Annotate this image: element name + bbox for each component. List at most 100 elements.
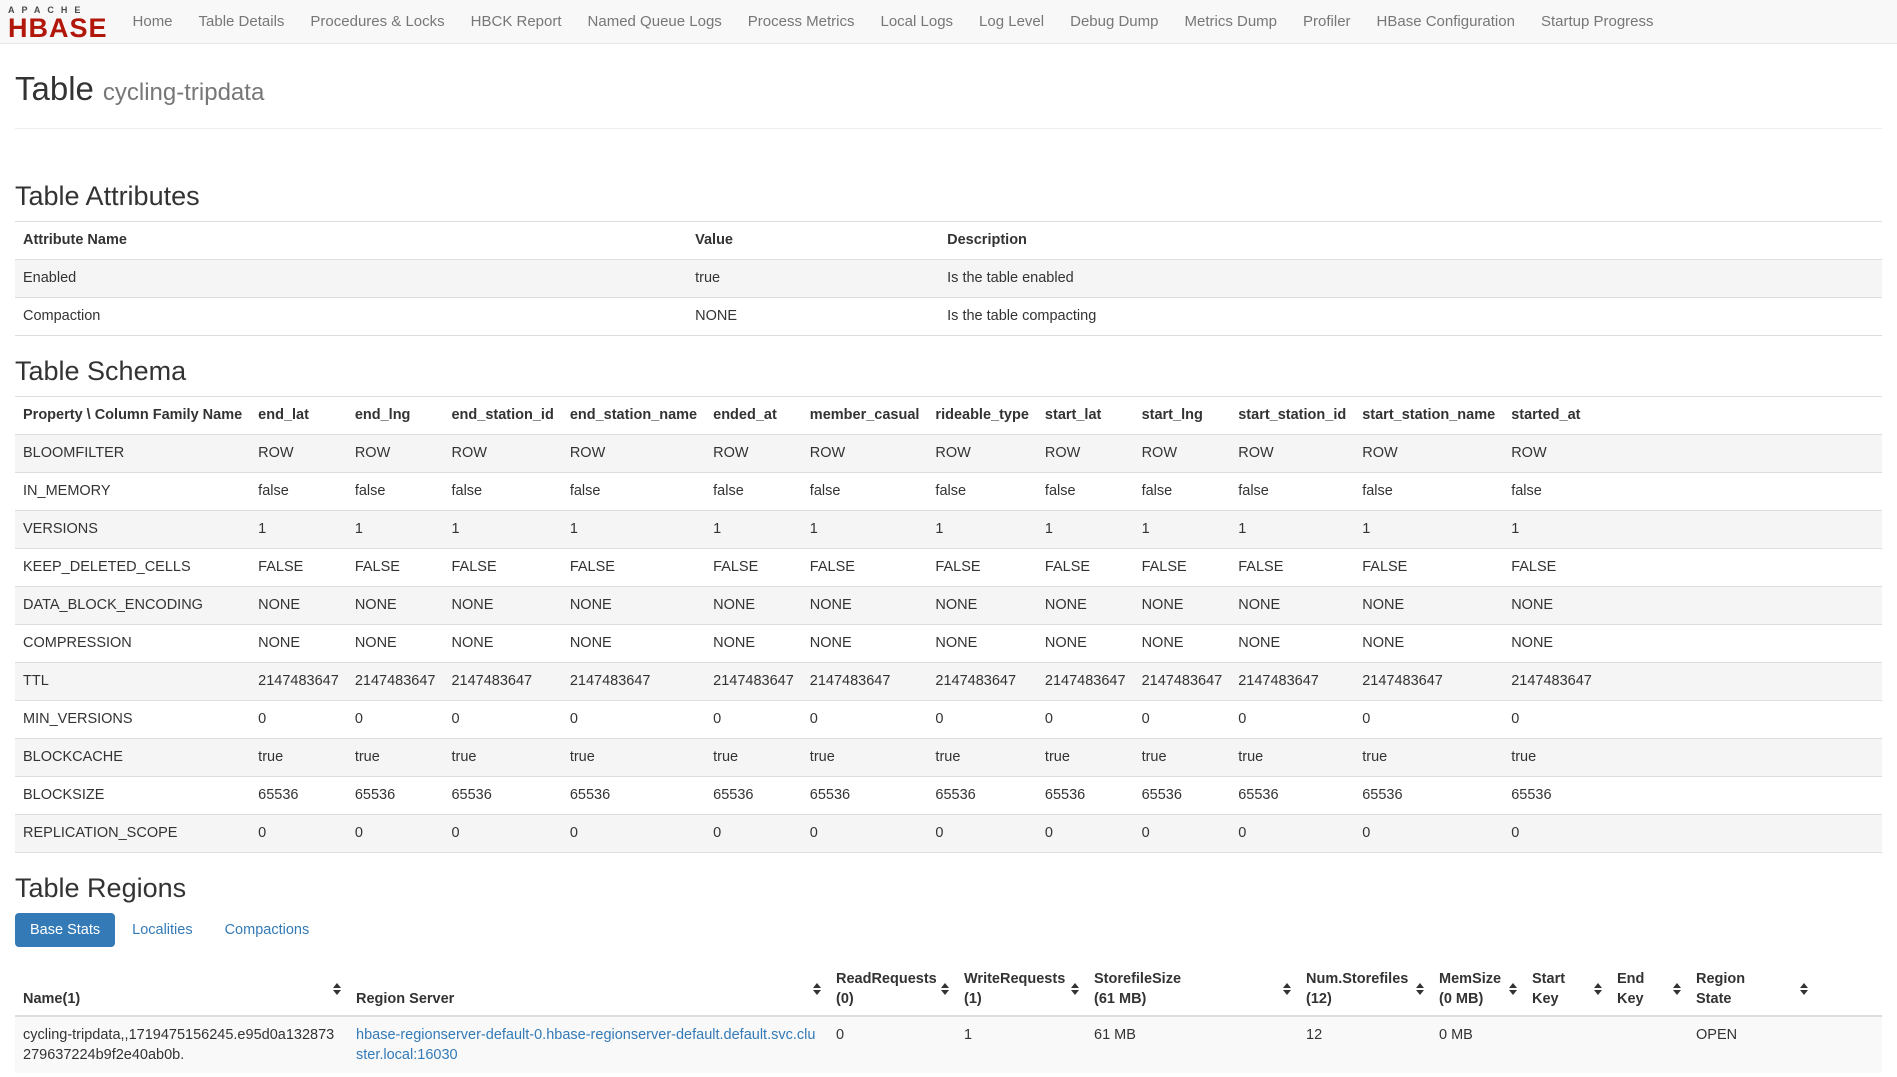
schema-family-start-lng: start_lng (1134, 397, 1231, 435)
schema-row-blocksize: BLOCKSIZE6553665536655366553665536655366… (15, 777, 1882, 815)
column-header-num-storefiles-12[interactable]: Num.Storefiles (12) (1298, 963, 1431, 1016)
region-state: OPEN (1688, 1016, 1882, 1073)
column-header-storefilesize-61-mb[interactable]: StorefileSize (61 MB) (1086, 963, 1298, 1016)
attr-enabled-value: true (687, 260, 939, 298)
sort-icon[interactable] (1283, 983, 1291, 995)
schema-versions-rideable-type: 1 (927, 511, 1037, 549)
nav-link-metrics-dump[interactable]: Metrics Dump (1172, 1, 1291, 42)
sort-down-arrow (1283, 990, 1291, 995)
nav-link-home[interactable]: Home (120, 1, 186, 42)
schema-family-start-lat: start_lat (1037, 397, 1134, 435)
nav-link-hbase-configuration[interactable]: HBase Configuration (1364, 1, 1528, 42)
column-header-readrequests-0[interactable]: ReadRequests (0) (828, 963, 956, 1016)
schema-replication-scope-start-lat: 0 (1037, 815, 1134, 853)
region-server-link[interactable]: hbase-regionserver-default-0.hbase-regio… (356, 1027, 815, 1063)
tab-link-base-stats[interactable]: Base Stats (15, 913, 115, 947)
schema-data-block-encoding-start-lng: NONE (1134, 587, 1231, 625)
schema-in-memory-started-at: false (1503, 473, 1882, 511)
schema-compression-end-lat: NONE (250, 625, 347, 663)
column-header-end-key[interactable]: End Key (1609, 963, 1688, 1016)
schema-data-block-encoding-member-casual: NONE (802, 587, 928, 625)
schema-compression-end-station-id: NONE (443, 625, 561, 663)
nav-link-profiler[interactable]: Profiler (1290, 1, 1364, 42)
attr-enabled-attribute-name: Enabled (15, 260, 687, 298)
schema-keep-deleted-cells-start-lng: FALSE (1134, 549, 1231, 587)
schema-property-name: TTL (15, 663, 250, 701)
schema-blocksize-start-station-id: 65536 (1230, 777, 1354, 815)
schema-bloomfilter-start-station-name: ROW (1354, 435, 1503, 473)
sort-icon[interactable] (941, 983, 949, 995)
schema-replication-scope-end-lat: 0 (250, 815, 347, 853)
schema-bloomfilter-started-at: ROW (1503, 435, 1882, 473)
schema-ttl-ended-at: 2147483647 (705, 663, 802, 701)
tab-link-compactions[interactable]: Compactions (210, 913, 325, 947)
attr-col-description: Description (939, 222, 1882, 260)
schema-keep-deleted-cells-end-station-name: FALSE (562, 549, 705, 587)
regions-header-row: Name(1)Region ServerReadRequests (0)Writ… (15, 963, 1882, 1016)
schema-replication-scope-ended-at: 0 (705, 815, 802, 853)
schema-row-in-memory: IN_MEMORYfalsefalsefalsefalsefalsefalsef… (15, 473, 1882, 511)
column-header-writerequests-1[interactable]: WriteRequests (1) (956, 963, 1086, 1016)
sort-icon[interactable] (1800, 983, 1808, 995)
schema-bloomfilter-member-casual: ROW (802, 435, 928, 473)
nav-link-hbck-report[interactable]: HBCK Report (458, 1, 575, 42)
sort-icon[interactable] (333, 983, 341, 995)
sort-up-arrow (1594, 983, 1602, 988)
schema-versions-started-at: 1 (1503, 511, 1882, 549)
column-label-start-key: Start Key (1532, 969, 1585, 1009)
schema-compression-end-lng: NONE (347, 625, 444, 663)
sort-down-arrow (1509, 990, 1517, 995)
region-name: cycling-tripdata,,1719475156245.e95d0a13… (15, 1016, 348, 1073)
nav-link-procedures-locks[interactable]: Procedures & Locks (297, 1, 457, 42)
schema-replication-scope-start-station-name: 0 (1354, 815, 1503, 853)
tab-link-localities[interactable]: Localities (117, 913, 207, 947)
column-header-memsize-0-mb[interactable]: MemSize (0 MB) (1431, 963, 1524, 1016)
tab-compactions: Compactions (210, 913, 325, 947)
region-tabs: Base StatsLocalitiesCompactions (15, 913, 1882, 947)
sort-icon[interactable] (1071, 983, 1079, 995)
column-header-region-server[interactable]: Region Server (348, 963, 828, 1016)
schema-compression-started-at: NONE (1503, 625, 1882, 663)
column-header-start-key[interactable]: Start Key (1524, 963, 1609, 1016)
nav-link-named-queue-logs[interactable]: Named Queue Logs (575, 1, 735, 42)
schema-min-versions-start-station-id: 0 (1230, 701, 1354, 739)
schema-compression-start-station-id: NONE (1230, 625, 1354, 663)
nav-link-log-level[interactable]: Log Level (966, 1, 1057, 42)
nav-link-startup-progress[interactable]: Startup Progress (1528, 1, 1667, 42)
column-header-name-1[interactable]: Name(1) (15, 963, 348, 1016)
sort-icon[interactable] (1416, 983, 1424, 995)
column-header-region-state[interactable]: Region State (1688, 963, 1882, 1016)
schema-blocksize-started-at: 65536 (1503, 777, 1882, 815)
nav-link-local-logs[interactable]: Local Logs (867, 1, 966, 42)
attr-row-enabled: EnabledtrueIs the table enabled (15, 260, 1882, 298)
sort-icon[interactable] (1509, 983, 1517, 995)
nav-link-process-metrics[interactable]: Process Metrics (735, 1, 868, 42)
sort-icon[interactable] (1594, 983, 1602, 995)
schema-ttl-end-lng: 2147483647 (347, 663, 444, 701)
schema-versions-start-lat: 1 (1037, 511, 1134, 549)
schema-property-name: REPLICATION_SCOPE (15, 815, 250, 853)
schema-bloomfilter-end-station-id: ROW (443, 435, 561, 473)
schema-data-block-encoding-end-station-id: NONE (443, 587, 561, 625)
schema-replication-scope-end-lng: 0 (347, 815, 444, 853)
sort-up-arrow (1673, 983, 1681, 988)
schema-family-end-station-id: end_station_id (443, 397, 561, 435)
sort-icon[interactable] (1673, 983, 1681, 995)
schema-versions-end-lng: 1 (347, 511, 444, 549)
schema-corner-label: Property \ Column Family Name (15, 397, 250, 435)
sort-icon[interactable] (813, 983, 821, 995)
schema-blocksize-start-lng: 65536 (1134, 777, 1231, 815)
schema-in-memory-end-station-name: false (562, 473, 705, 511)
nav-link-table-details[interactable]: Table Details (186, 1, 298, 42)
schema-keep-deleted-cells-member-casual: FALSE (802, 549, 928, 587)
schema-family-ended-at: ended_at (705, 397, 802, 435)
schema-blockcache-ended-at: true (705, 739, 802, 777)
schema-blockcache-end-lng: true (347, 739, 444, 777)
schema-versions-start-lng: 1 (1134, 511, 1231, 549)
hbase-logo[interactable]: APACHE HBASE (8, 0, 120, 43)
schema-family-started-at: started_at (1503, 397, 1882, 435)
schema-min-versions-start-station-name: 0 (1354, 701, 1503, 739)
nav-link-debug-dump[interactable]: Debug Dump (1057, 1, 1171, 42)
schema-data-block-encoding-end-lat: NONE (250, 587, 347, 625)
schema-versions-end-station-name: 1 (562, 511, 705, 549)
